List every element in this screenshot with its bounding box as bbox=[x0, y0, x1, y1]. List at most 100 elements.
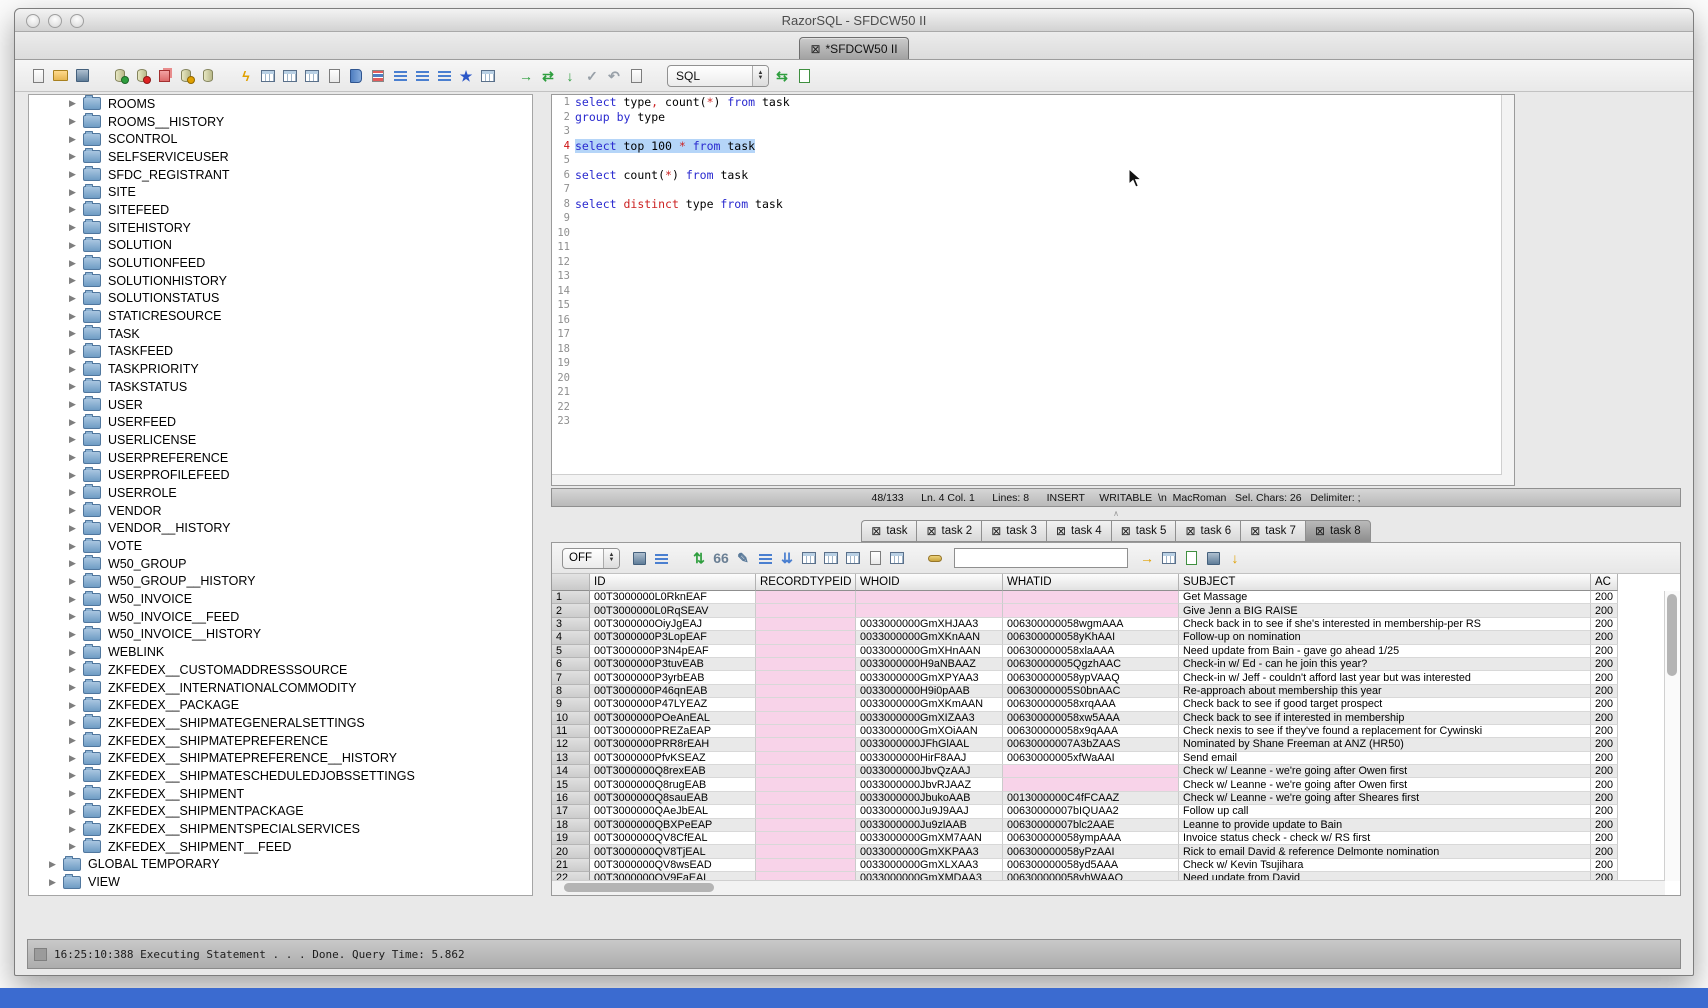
editor-line[interactable]: 8select distinct type from task bbox=[552, 197, 1514, 212]
editor-line[interactable]: 4select top 100 * from task bbox=[552, 139, 1514, 154]
tree-item-userrole[interactable]: ▶USERROLE bbox=[29, 484, 532, 502]
cell-what[interactable]: 006300000058xrqAAA bbox=[1003, 698, 1179, 711]
expand-arrow-icon[interactable]: ▶ bbox=[69, 204, 81, 215]
cell-who[interactable]: 0033000000JbvQzAAJ bbox=[856, 765, 1003, 778]
table-vscroll-thumb[interactable] bbox=[1667, 594, 1677, 676]
tab-close-icon[interactable]: ⊠ bbox=[1185, 525, 1195, 537]
editor-line[interactable]: 2group by type bbox=[552, 110, 1514, 125]
table-export-icon[interactable] bbox=[479, 67, 497, 85]
cell-subj[interactable]: Leanne to provide update to Bain bbox=[1179, 819, 1591, 832]
cell-subj[interactable]: Check w/ Leanne - we're going after Shea… bbox=[1179, 792, 1591, 805]
table-row[interactable]: 800T3000000P46qnEAB0033000000H9i0pAAB006… bbox=[552, 685, 1680, 698]
tab-close-icon[interactable]: ⊠ bbox=[810, 43, 820, 55]
cell-num[interactable]: 13 bbox=[552, 752, 590, 765]
view-row-icon[interactable]: 66 bbox=[712, 549, 730, 567]
database-browser-icon[interactable] bbox=[347, 67, 365, 85]
format-sql-icon[interactable] bbox=[413, 67, 431, 85]
tree-item-site[interactable]: ▶SITE bbox=[29, 183, 532, 201]
expand-arrow-icon[interactable]: ▶ bbox=[69, 240, 81, 251]
copy-connection-icon[interactable] bbox=[155, 67, 173, 85]
tab-close-icon[interactable]: ⊠ bbox=[871, 525, 881, 537]
cell-subj[interactable]: Check back to see if interested in membe… bbox=[1179, 712, 1591, 725]
cell-id[interactable]: 00T3000000QBXPeEAP bbox=[590, 819, 756, 832]
describe-table-icon[interactable] bbox=[281, 67, 299, 85]
new-file-icon[interactable] bbox=[29, 67, 47, 85]
open-file-icon[interactable] bbox=[51, 67, 69, 85]
cell-num[interactable]: 17 bbox=[552, 805, 590, 818]
table-row[interactable]: 1900T3000000QV8CfEAL0033000000GmXM7AAN00… bbox=[552, 832, 1680, 845]
tree-item-zkfedex-shipment[interactable]: ▶ZKFEDEX__SHIPMENT bbox=[29, 785, 532, 803]
cell-who[interactable] bbox=[856, 604, 1003, 617]
expand-arrow-icon[interactable]: ▶ bbox=[69, 629, 81, 640]
cell-num[interactable]: 3 bbox=[552, 618, 590, 631]
tree-item-staticresource[interactable]: ▶STATICRESOURCE bbox=[29, 307, 532, 325]
cell-rt[interactable] bbox=[756, 671, 856, 684]
cell-subj[interactable]: Re-approach about membership this year bbox=[1179, 685, 1591, 698]
table-row[interactable]: 1000T3000000POeAnEAL0033000000GmXIZAA300… bbox=[552, 712, 1680, 725]
cell-who[interactable]: 0033000000GmXHnAAN bbox=[856, 645, 1003, 658]
cell-subj[interactable]: Follow up call bbox=[1179, 805, 1591, 818]
cell-who[interactable]: 0033000000JbukoAAB bbox=[856, 792, 1003, 805]
table-row[interactable]: 1500T3000000Q8rugEAB0033000000JbvRJAAZCh… bbox=[552, 778, 1680, 791]
cell-ac[interactable]: 200 bbox=[1591, 712, 1618, 725]
cell-what[interactable]: 00630000007A3bZAAS bbox=[1003, 738, 1179, 751]
cell-ac[interactable]: 200 bbox=[1591, 859, 1618, 872]
expand-arrow-icon[interactable]: ▶ bbox=[69, 346, 81, 357]
tree-item-taskfeed[interactable]: ▶TASKFEED bbox=[29, 343, 532, 361]
tree-item-rooms-history[interactable]: ▶ROOMS__HISTORY bbox=[29, 113, 532, 131]
expand-arrow-icon[interactable]: ▶ bbox=[69, 417, 81, 428]
cell-rt[interactable] bbox=[756, 685, 856, 698]
cell-subj[interactable]: Check nexis to see if they've found a re… bbox=[1179, 725, 1591, 738]
copy-rows-icon[interactable] bbox=[866, 549, 884, 567]
cell-num[interactable]: 16 bbox=[552, 792, 590, 805]
cell-subj[interactable]: Invoice status check - check w/ RS first bbox=[1179, 832, 1591, 845]
cell-who[interactable]: 0033000000GmXIZAA3 bbox=[856, 712, 1003, 725]
cell-who[interactable]: 0033000000Ju9J9AAJ bbox=[856, 805, 1003, 818]
cell-id[interactable]: 00T3000000P3N4pEAF bbox=[590, 645, 756, 658]
cell-ac[interactable]: 200 bbox=[1591, 631, 1618, 644]
cell-subj[interactable]: Get Massage bbox=[1179, 591, 1591, 604]
cell-rt[interactable] bbox=[756, 618, 856, 631]
cell-num[interactable]: 2 bbox=[552, 604, 590, 617]
cell-id[interactable]: 00T3000000P46qnEAB bbox=[590, 685, 756, 698]
cell-what[interactable] bbox=[1003, 604, 1179, 617]
edit-mode-icon[interactable]: ✎ bbox=[734, 549, 752, 567]
cell-ac[interactable]: 200 bbox=[1591, 805, 1618, 818]
column-header-ID[interactable]: ID bbox=[590, 574, 756, 591]
tree-item-zkfedex-customaddresssource[interactable]: ▶ZKFEDEX__CUSTOMADDRESSSOURCE bbox=[29, 661, 532, 679]
tree-item-vendor-history[interactable]: ▶VENDOR__HISTORY bbox=[29, 520, 532, 538]
cell-subj[interactable]: Give Jenn a BIG RAISE bbox=[1179, 604, 1591, 617]
table-row[interactable]: 2000T3000000QV8TjEAL0033000000GmXKPAA300… bbox=[552, 845, 1680, 858]
tree-item-zkfedex-internationalcommodity[interactable]: ▶ZKFEDEX__INTERNATIONALCOMMODITY bbox=[29, 679, 532, 697]
tree-item-vote[interactable]: ▶VOTE bbox=[29, 537, 532, 555]
cell-num[interactable]: 11 bbox=[552, 725, 590, 738]
tree-item-user[interactable]: ▶USER bbox=[29, 396, 532, 414]
editor-line[interactable]: 9 bbox=[552, 211, 1514, 226]
expand-arrow-icon[interactable]: ▶ bbox=[69, 505, 81, 516]
cell-who[interactable]: 0033000000GmXOiAAN bbox=[856, 725, 1003, 738]
editor-line[interactable]: 21 bbox=[552, 385, 1514, 400]
generate-sql-icon[interactable] bbox=[303, 67, 321, 85]
cell-what[interactable]: 006300000058xlaAAA bbox=[1003, 645, 1179, 658]
cell-ac[interactable]: 200 bbox=[1591, 765, 1618, 778]
editor-line[interactable]: 15 bbox=[552, 298, 1514, 313]
table-row[interactable]: 2100T3000000QV8wsEAD0033000000GmXLXAA300… bbox=[552, 859, 1680, 872]
document-tab[interactable]: ⊠ *SFDCW50 II bbox=[799, 37, 908, 59]
cell-id[interactable]: 00T3000000Q8rugEAB bbox=[590, 778, 756, 791]
cell-who[interactable]: 0033000000GmXLXAA3 bbox=[856, 859, 1003, 872]
expand-arrow-icon[interactable]: ▶ bbox=[49, 859, 61, 870]
cell-who[interactable]: 0033000000H9i0pAAB bbox=[856, 685, 1003, 698]
cell-who[interactable]: 0033000000GmXKPAA3 bbox=[856, 845, 1003, 858]
cell-num[interactable]: 5 bbox=[552, 645, 590, 658]
cell-what[interactable]: 006300000058yKhAAI bbox=[1003, 631, 1179, 644]
tree-item-userprofilefeed[interactable]: ▶USERPROFILEFEED bbox=[29, 466, 532, 484]
table-row[interactable]: 500T3000000P3N4pEAF 0033000000GmXHnAAN006… bbox=[552, 645, 1680, 658]
editor-line[interactable]: 18 bbox=[552, 342, 1514, 357]
cell-ac[interactable]: 200 bbox=[1591, 618, 1618, 631]
cell-num[interactable]: 9 bbox=[552, 698, 590, 711]
cell-subj[interactable]: Send email bbox=[1179, 752, 1591, 765]
expand-arrow-icon[interactable]: ▶ bbox=[49, 877, 61, 888]
tree-item-weblink[interactable]: ▶WEBLINK bbox=[29, 643, 532, 661]
column-header-SUBJECT[interactable]: SUBJECT bbox=[1179, 574, 1591, 591]
edit-table-icon[interactable] bbox=[259, 67, 277, 85]
